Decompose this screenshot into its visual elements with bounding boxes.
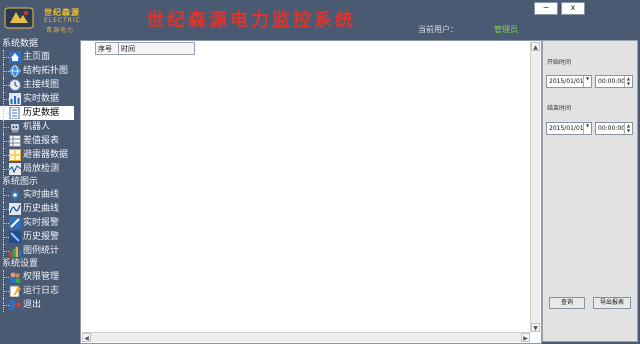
group-system-charts: 系统图示 xyxy=(2,177,39,187)
calendar-dropdown-icon[interactable]: ▼ xyxy=(583,76,591,87)
table-icon xyxy=(9,135,21,147)
current-user-label: 当前用户： xyxy=(418,25,458,34)
logo-text-sub: 青源电力 xyxy=(46,27,75,34)
start-time-value: 00:00:00 xyxy=(598,78,625,85)
bar-chart-icon xyxy=(9,93,21,105)
sidebar-item-history-curve[interactable]: 历史曲线 xyxy=(0,202,78,216)
gear-icon xyxy=(10,189,20,201)
scroll-right-icon[interactable]: ▶ xyxy=(521,333,530,342)
logo-text-en: ELECTRIC xyxy=(44,17,81,24)
minimize-button[interactable]: − xyxy=(534,2,558,15)
vertical-scrollbar[interactable]: ▲ ▼ xyxy=(530,42,540,332)
spinner-icon[interactable]: ▲ ▼ xyxy=(624,123,632,134)
sidebar-item-topology[interactable]: 结构拓扑图 xyxy=(0,64,78,78)
export-report-button[interactable]: 导出报表 xyxy=(593,297,631,309)
group-system-settings: 系统设置 xyxy=(2,259,39,269)
sidebar-item-label: 主接线图 xyxy=(23,80,60,90)
sidebar-item-arrester-data[interactable]: 避雷器数据 xyxy=(0,148,78,162)
scroll-down-icon[interactable]: ▼ xyxy=(531,323,540,332)
scroll-left-icon[interactable]: ◀ xyxy=(82,333,91,342)
sidebar-item-label: 避雷器数据 xyxy=(23,150,69,160)
alarm-icon xyxy=(9,217,21,229)
query-panel: 开始时间 2015/01/01 ▼ 00:00:00 ▲ ▼ 结束时间 2015/… xyxy=(542,40,638,342)
sidebar-item-robot[interactable]: 机器人 xyxy=(0,120,78,134)
sidebar-item-history-alarm[interactable]: 历史报警 xyxy=(0,230,78,244)
sidebar-item-label: 退出 xyxy=(23,300,42,310)
end-time-label: 结束时间 xyxy=(547,105,572,112)
curve-icon xyxy=(9,203,21,215)
clock-icon xyxy=(9,79,21,91)
users-icon xyxy=(10,272,21,283)
stats-icon xyxy=(9,247,21,257)
group-system-data: 系统数据 xyxy=(2,39,39,49)
spinner-icon[interactable]: ▲ ▼ xyxy=(624,76,632,87)
sidebar-item-label: 实时报警 xyxy=(23,218,60,228)
grid-icon xyxy=(9,149,21,161)
sidebar-item-diff-report[interactable]: 差值报表 xyxy=(0,134,78,148)
sidebar-item-run-log[interactable]: 运行日志 xyxy=(0,284,78,298)
sidebar-item-partial-discharge[interactable]: 局放检测 xyxy=(0,162,78,176)
sidebar-nav: 系统数据 主页面 结构拓扑图 主接线图 实时数据 历史数据 机器人 差值报表 避… xyxy=(0,38,78,344)
sidebar-item-permission[interactable]: 权限管理 xyxy=(0,270,78,284)
globe-icon xyxy=(9,65,21,77)
sidebar-item-label: 运行日志 xyxy=(23,286,60,296)
robot-icon xyxy=(11,121,19,133)
column-header-index[interactable]: 序号 xyxy=(95,42,119,55)
sidebar-item-main-wiring[interactable]: 主接线图 xyxy=(0,78,78,92)
sidebar-item-home[interactable]: 主页面 xyxy=(0,50,78,64)
logo-mark-icon xyxy=(4,7,34,29)
horizontal-scrollbar[interactable]: ◀ ▶ xyxy=(82,332,530,342)
title-bar: 世纪森源 ELECTRIC 青源电力 世纪森源电力监控系统 当前用户： 管理员 … xyxy=(0,0,640,38)
app-title: 世纪森源电力监控系统 xyxy=(146,10,356,31)
sidebar-item-label: 权限管理 xyxy=(23,272,60,282)
sidebar-item-realtime-curve[interactable]: 实时曲线 xyxy=(0,188,78,202)
scroll-up-icon[interactable]: ▲ xyxy=(531,42,540,51)
log-icon xyxy=(9,285,21,297)
sidebar-item-exit[interactable]: 退出 xyxy=(0,298,78,312)
sidebar-item-label: 历史曲线 xyxy=(23,204,60,214)
sidebar-item-label: 主页面 xyxy=(23,52,51,62)
sidebar-item-label: 实时曲线 xyxy=(23,190,60,200)
current-user-name: 管理员 xyxy=(494,25,518,34)
sidebar-item-realtime-alarm[interactable]: 实时报警 xyxy=(0,216,78,230)
sidebar-item-label: 历史数据 xyxy=(23,108,60,118)
end-time-picker[interactable]: 00:00:00 ▲ ▼ xyxy=(595,122,633,135)
sidebar-item-label: 机器人 xyxy=(23,122,51,132)
home-icon xyxy=(9,51,21,63)
column-header-time[interactable]: 时间 xyxy=(119,42,195,55)
sidebar-item-label: 历史报警 xyxy=(23,232,60,242)
alarm-history-icon xyxy=(9,231,21,243)
exit-icon xyxy=(9,300,21,310)
end-time-value: 00:00:00 xyxy=(598,125,625,132)
close-button[interactable]: x xyxy=(561,2,585,15)
sidebar-item-label: 结构拓扑图 xyxy=(23,66,69,76)
wave-icon xyxy=(9,163,21,175)
sidebar-item-label: 差值报表 xyxy=(23,136,60,146)
end-date-value: 2015/01/01 xyxy=(549,125,584,132)
start-date-picker[interactable]: 2015/01/01 ▼ xyxy=(546,75,592,88)
sidebar-item-history-data[interactable]: 历史数据 xyxy=(0,106,74,120)
end-date-picker[interactable]: 2015/01/01 ▼ xyxy=(546,122,592,135)
table-header: 序号 时间 xyxy=(95,42,195,55)
start-date-value: 2015/01/01 xyxy=(549,78,584,85)
document-icon xyxy=(9,107,20,119)
calendar-dropdown-icon[interactable]: ▼ xyxy=(583,123,591,134)
history-data-grid[interactable]: 序号 时间 ▲ ▼ ◀ ▶ xyxy=(80,40,542,344)
company-logo: 世纪森源 ELECTRIC 青源电力 xyxy=(4,4,86,34)
sidebar-item-label: 局放检测 xyxy=(23,164,60,174)
query-button[interactable]: 查询 xyxy=(549,297,585,309)
sidebar-item-realtime-data[interactable]: 实时数据 xyxy=(0,92,78,106)
sidebar-item-legend-stats[interactable]: 图例统计 xyxy=(0,244,78,258)
start-time-label: 开始时间 xyxy=(547,59,572,66)
start-time-picker[interactable]: 00:00:00 ▲ ▼ xyxy=(595,75,633,88)
sidebar-item-label: 实时数据 xyxy=(23,94,60,104)
sidebar-item-label: 图例统计 xyxy=(23,246,60,256)
